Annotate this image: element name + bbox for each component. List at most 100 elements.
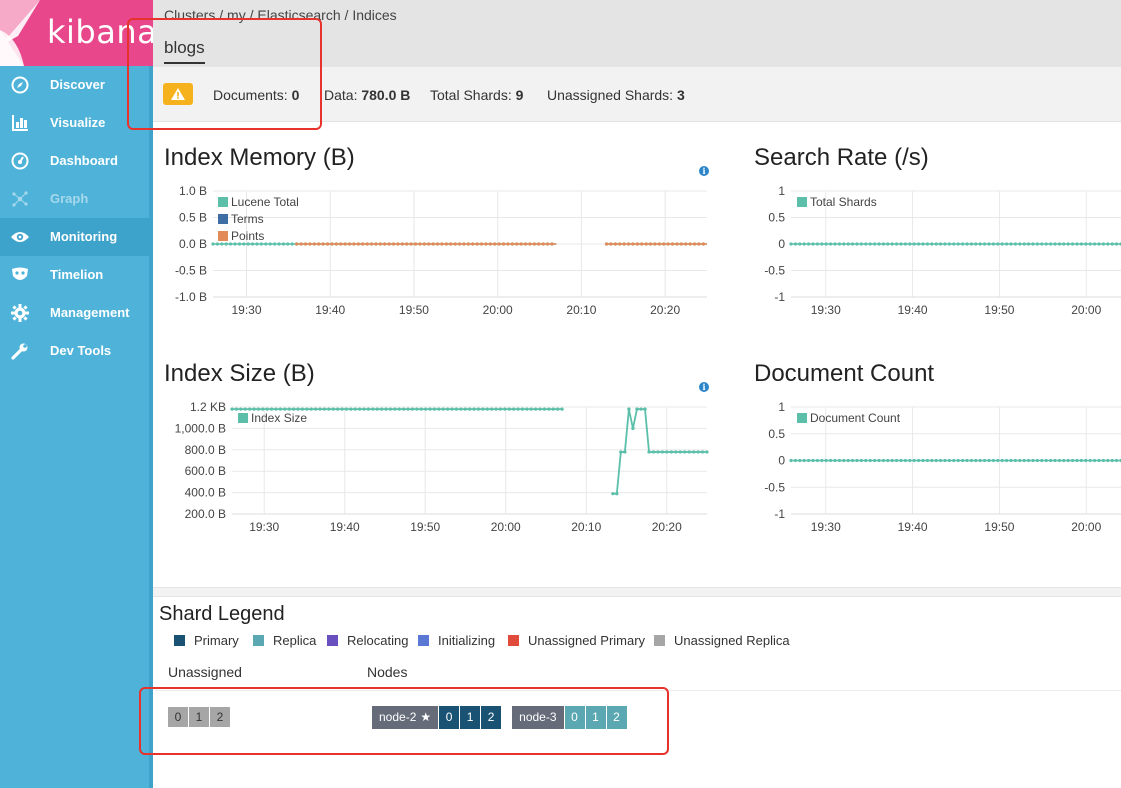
- data-point: [903, 458, 907, 463]
- data-point: [613, 242, 617, 246]
- data-point: [701, 242, 705, 246]
- data-point: [925, 458, 929, 463]
- data-point: [1013, 242, 1017, 246]
- data-point: [842, 458, 846, 463]
- sidebar-item-label: Timelion: [50, 267, 104, 282]
- data-point: [965, 242, 969, 246]
- data-point: [961, 458, 965, 463]
- data-point: [290, 242, 294, 246]
- data-point: [886, 242, 890, 246]
- data-point: [435, 242, 440, 246]
- legend-item-primary: Primary: [174, 633, 239, 648]
- data-point: [490, 407, 494, 411]
- data-point: [679, 242, 683, 246]
- data-point: [925, 242, 929, 246]
- data-point: [1093, 458, 1097, 463]
- data-point: [983, 242, 987, 246]
- legend-label: Initializing: [438, 633, 496, 648]
- data-point: [520, 407, 525, 411]
- y-tick-label: -0.5 B: [175, 264, 207, 278]
- data-point: [705, 450, 709, 454]
- data-point: [428, 407, 432, 411]
- data-point: [560, 407, 564, 411]
- data-point: [833, 458, 837, 463]
- data-point: [627, 407, 631, 411]
- document-count-chart: 1 0.5 0 -0.5 -1 19:30 19:40 19:50 20:00 Document …: [764, 400, 1121, 534]
- info-icon[interactable]: i: [699, 166, 709, 176]
- data-point: [1013, 458, 1017, 463]
- data-point: [1027, 458, 1031, 463]
- sidebar-item-management[interactable]: Management: [0, 294, 149, 332]
- sidebar-item-label: Dashboard: [50, 153, 118, 168]
- stat-total-shards-value: 9: [515, 87, 524, 103]
- data-point: [802, 458, 806, 463]
- legend-item-relocating: Relocating: [327, 633, 408, 648]
- legend-swatch: [797, 197, 807, 207]
- data-point: [837, 458, 841, 463]
- info-icon[interactable]: i: [699, 382, 709, 392]
- data-point: [1005, 242, 1009, 246]
- y-tick-label: 200.0 B: [185, 507, 226, 521]
- data-point: [441, 407, 445, 411]
- sidebar-item-dev-tools[interactable]: Dev Tools: [0, 332, 149, 370]
- data-point: [656, 450, 660, 454]
- y-tick-label: -1: [774, 507, 785, 521]
- data-point: [842, 242, 846, 246]
- data-point: [895, 458, 899, 463]
- data-point: [868, 242, 872, 246]
- data-point: [974, 458, 978, 463]
- data-point: [393, 407, 397, 411]
- data-point: [303, 242, 308, 246]
- data-point: [647, 450, 651, 454]
- data-point: [215, 242, 219, 246]
- data-point: [446, 407, 450, 411]
- data-point: [939, 242, 943, 246]
- sidebar-item-dashboard[interactable]: Dashboard: [0, 142, 149, 180]
- data-point: [669, 450, 673, 454]
- data-point: [330, 242, 334, 246]
- data-point: [211, 242, 215, 246]
- data-point: [321, 242, 325, 246]
- data-point: [349, 407, 353, 411]
- data-point: [220, 242, 224, 246]
- breadcrumb-indices[interactable]: Indices: [352, 7, 396, 23]
- data-point: [660, 450, 665, 454]
- data-point: [1084, 458, 1088, 463]
- data-point: [1097, 458, 1101, 463]
- data-point: [1066, 458, 1070, 463]
- data-point: [314, 407, 318, 411]
- data-point: [886, 458, 890, 463]
- sidebar-item-timelion[interactable]: Timelion: [0, 256, 149, 294]
- data-point: [639, 407, 643, 411]
- y-tick-label: -0.5: [764, 480, 785, 494]
- data-point: [551, 407, 555, 411]
- sidebar-item-monitoring[interactable]: Monitoring: [0, 218, 149, 256]
- legend-label: Document Count: [810, 411, 901, 425]
- x-tick-label: 19:50: [399, 303, 429, 317]
- y-tick-label: 0.5: [768, 211, 785, 225]
- data-point: [793, 458, 797, 463]
- panel-title-document-count: Document Count: [754, 360, 935, 387]
- data-point: [488, 242, 492, 246]
- data-point: [374, 242, 378, 246]
- data-point: [1075, 242, 1079, 246]
- legend-label: Replica: [273, 633, 317, 648]
- data-point: [626, 242, 631, 246]
- data-point: [409, 242, 413, 246]
- data-point: [811, 458, 815, 463]
- data-point: [623, 450, 627, 454]
- y-tick-label: 1.0 B: [179, 184, 207, 198]
- data-point: [1040, 242, 1044, 246]
- data-point: [387, 242, 391, 246]
- data-point: [609, 242, 613, 246]
- data-point: [692, 450, 696, 454]
- data-point: [479, 242, 484, 246]
- legend-swatch: [174, 635, 185, 646]
- data-point: [471, 242, 475, 246]
- data-point: [657, 242, 661, 246]
- data-point: [532, 242, 536, 246]
- sidebar-item-graph[interactable]: Graph: [0, 180, 149, 218]
- data-point: [481, 407, 485, 411]
- data-point: [611, 492, 615, 496]
- data-point: [556, 407, 560, 411]
